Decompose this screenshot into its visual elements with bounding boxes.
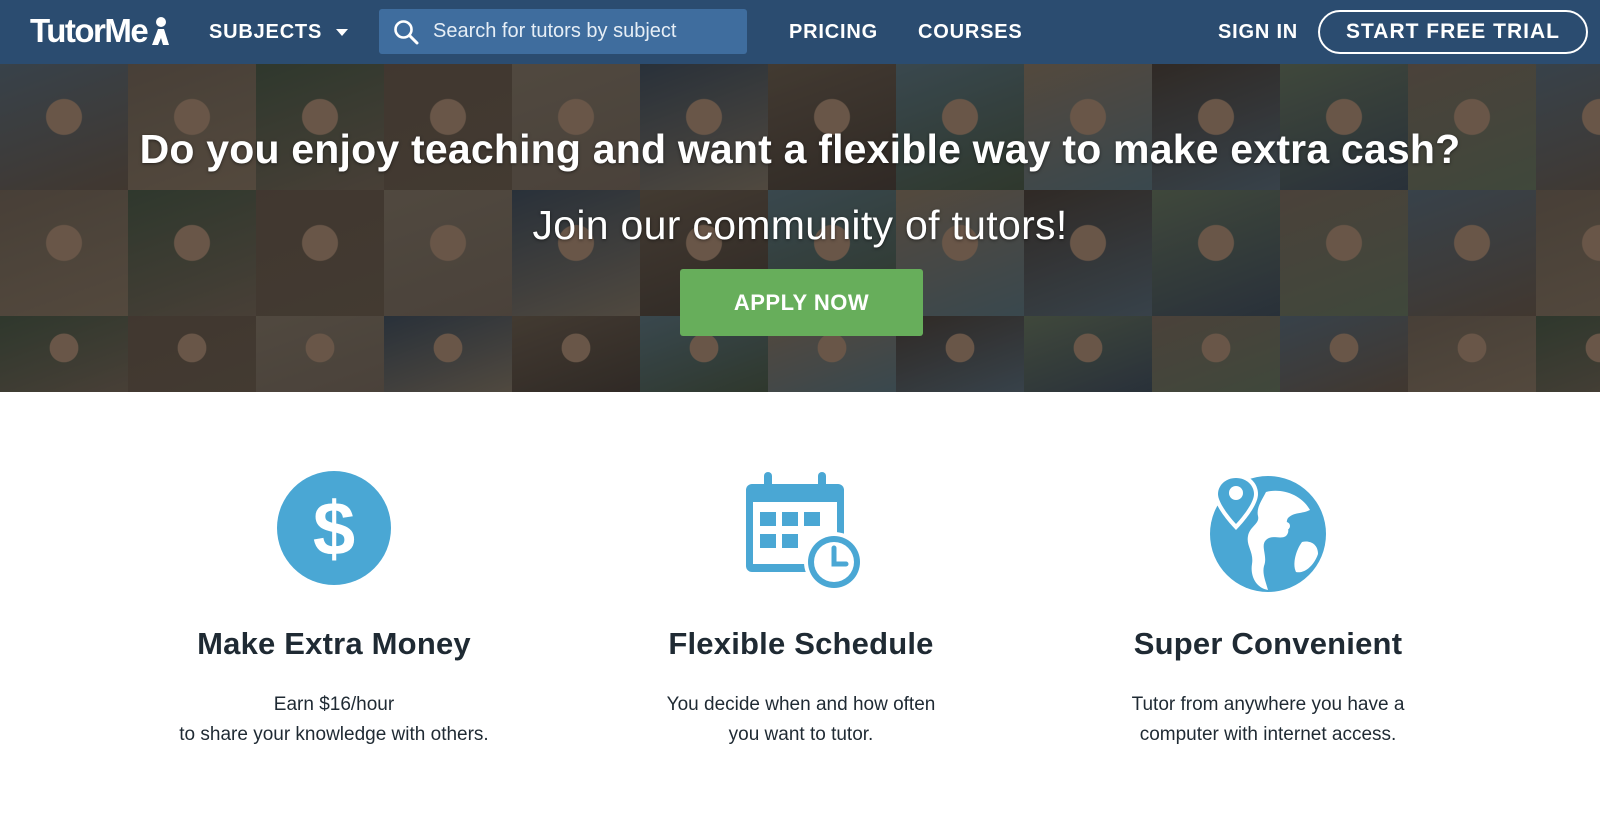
globe-pin-icon bbox=[1210, 474, 1326, 592]
subjects-dropdown[interactable]: SUBJECTS bbox=[209, 18, 349, 46]
feature-title: Make Extra Money bbox=[197, 626, 471, 661]
search-bar[interactable] bbox=[379, 9, 747, 54]
calendar-clock-icon bbox=[746, 472, 864, 592]
tutorme-logo[interactable]: TutorMe bbox=[30, 12, 170, 49]
feature-title: Super Convenient bbox=[1133, 626, 1403, 661]
subjects-label: SUBJECTS bbox=[209, 20, 323, 43]
feature-desc-line: Tutor from anywhere you have a bbox=[1131, 694, 1405, 715]
logo-text: TutorMe bbox=[30, 12, 149, 49]
svg-text:$: $ bbox=[313, 487, 355, 572]
search-input[interactable] bbox=[419, 9, 747, 54]
search-icon bbox=[394, 19, 419, 44]
top-navbar: TutorMe SUBJECTS PRICING COURSES SIGN IN… bbox=[0, 0, 1600, 64]
chevron-down-icon bbox=[336, 28, 349, 36]
feature-description: Tutor from anywhere you have a computer … bbox=[1048, 690, 1488, 750]
start-free-trial-button[interactable]: START FREE TRIAL bbox=[1318, 10, 1588, 54]
feature-desc-line: to share your knowledge with others. bbox=[179, 724, 489, 745]
nav-pricing-link[interactable]: PRICING bbox=[789, 18, 878, 46]
feature-super-convenient: Super Convenient Tutor from anywhere you… bbox=[1048, 470, 1488, 750]
feature-description: Earn $16/hour to share your knowledge wi… bbox=[114, 690, 554, 750]
feature-desc-line: computer with internet access. bbox=[1139, 724, 1397, 745]
person-logo-icon bbox=[152, 17, 170, 45]
feature-desc-line: You decide when and how often bbox=[666, 694, 936, 715]
sign-in-link[interactable]: SIGN IN bbox=[1218, 18, 1298, 46]
feature-desc-line: Earn $16/hour bbox=[273, 694, 395, 715]
nav-courses-link[interactable]: COURSES bbox=[918, 18, 1023, 46]
apply-now-button[interactable]: APPLY NOW bbox=[680, 269, 923, 336]
feature-extra-money: $ Make Extra Money Earn $16/hour to shar… bbox=[114, 470, 554, 750]
feature-title: Flexible Schedule bbox=[668, 626, 934, 661]
feature-flexible-schedule: Flexible Schedule You decide when and ho… bbox=[581, 470, 1021, 750]
hero-title: Do you enjoy teaching and want a flexibl… bbox=[139, 126, 1461, 172]
feature-desc-line: you want to tutor. bbox=[728, 724, 874, 745]
hero-banner: Do you enjoy teaching and want a flexibl… bbox=[0, 64, 1600, 392]
feature-description: You decide when and how often you want t… bbox=[581, 690, 1021, 750]
dollar-icon: $ bbox=[277, 471, 391, 585]
hero-subtitle: Join our community of tutors! bbox=[532, 202, 1068, 248]
